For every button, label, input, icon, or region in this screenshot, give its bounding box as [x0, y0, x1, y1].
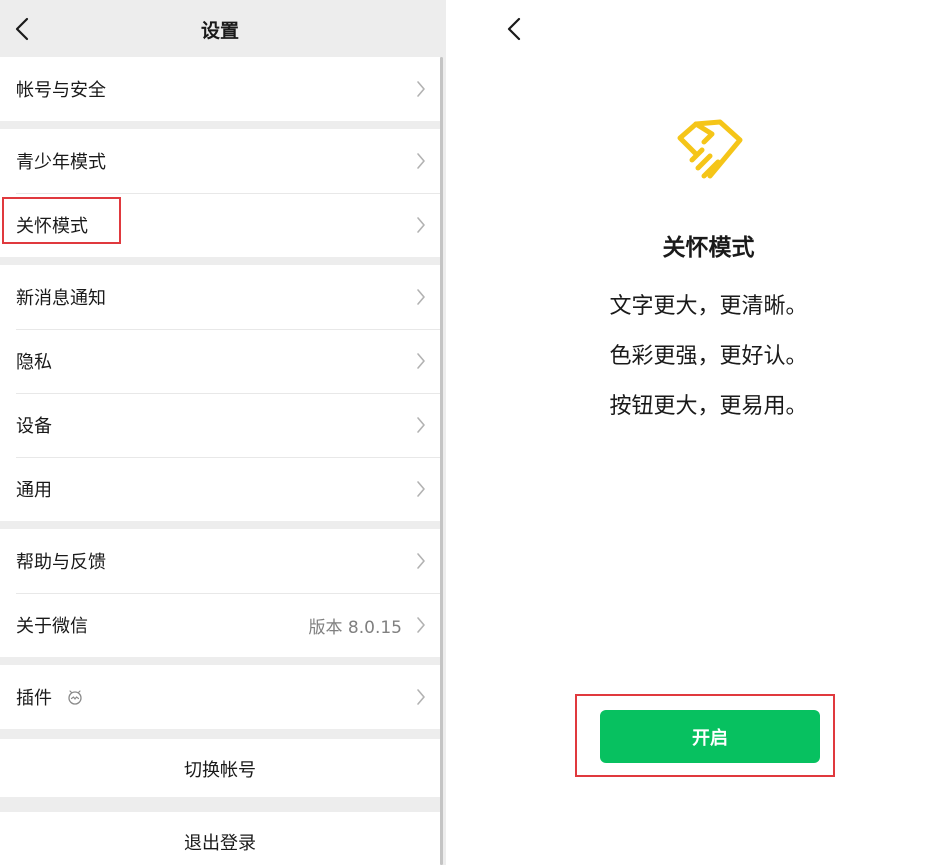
settings-group-general: 新消息通知 隐私 设备 通用 [0, 265, 440, 521]
settings-group-plugins: 插件 [0, 665, 440, 729]
back-arrow-icon[interactable] [500, 14, 530, 44]
chevron-right-icon [417, 417, 425, 433]
settings-item-devices[interactable]: 设备 [0, 393, 440, 457]
scrollbar[interactable] [440, 57, 443, 865]
care-mode-panel: 关怀模式 文字更大，更清晰。 色彩更强，更好认。 按钮更大，更易用。 开启 [446, 0, 931, 865]
care-mode-description-line: 按钮更大，更易用。 [609, 394, 808, 419]
chevron-right-icon [417, 617, 425, 633]
chevron-right-icon [417, 481, 425, 497]
settings-item-label: 通用 [16, 480, 52, 501]
settings-item-about-wechat[interactable]: 关于微信 版本 8.0.15 [0, 593, 440, 657]
version-value: 版本 8.0.15 [308, 618, 402, 638]
row-divider [16, 457, 440, 458]
settings-panel: 设置 帐号与安全 青少年模式 关怀模式 新消息通知 隐私 设备 通用 帮助与反馈… [0, 0, 446, 865]
settings-item-privacy[interactable]: 隐私 [0, 329, 440, 393]
chevron-right-icon [417, 689, 425, 705]
chevron-right-icon [417, 217, 425, 233]
row-divider [16, 593, 440, 594]
settings-item-label: 帐号与安全 [16, 80, 106, 101]
plugin-icon [68, 690, 82, 705]
switch-account-button[interactable]: 切换帐号 [0, 739, 440, 797]
page-title: 设置 [200, 20, 239, 42]
settings-topbar: 设置 [0, 0, 446, 57]
settings-item-label: 新消息通知 [16, 288, 106, 309]
settings-item-label: 青少年模式 [16, 152, 106, 173]
chevron-right-icon [417, 353, 425, 369]
logout-label: 退出登录 [184, 833, 256, 854]
settings-item-care-mode[interactable]: 关怀模式 [0, 193, 440, 257]
settings-item-label: 插件 [16, 688, 52, 709]
chevron-right-icon [417, 289, 425, 305]
settings-item-account-security[interactable]: 帐号与安全 [0, 57, 440, 121]
row-divider [16, 193, 440, 194]
settings-item-general[interactable]: 通用 [0, 457, 440, 521]
row-divider [16, 393, 440, 394]
settings-item-label: 帮助与反馈 [16, 552, 106, 573]
settings-group-about: 帮助与反馈 关于微信 版本 8.0.15 [0, 529, 440, 657]
chevron-right-icon [417, 553, 425, 569]
settings-item-plugins[interactable]: 插件 [0, 665, 440, 729]
settings-item-label: 关于微信 [16, 616, 88, 637]
settings-item-label: 隐私 [16, 352, 52, 373]
chevron-right-icon [417, 81, 425, 97]
row-divider [16, 329, 440, 330]
logout-button[interactable]: 退出登录 [0, 812, 440, 865]
settings-item-label: 关怀模式 [16, 216, 88, 237]
care-mode-description-line: 文字更大，更清晰。 [609, 294, 808, 319]
settings-item-help-feedback[interactable]: 帮助与反馈 [0, 529, 440, 593]
settings-item-notifications[interactable]: 新消息通知 [0, 265, 440, 329]
switch-account-label: 切换帐号 [184, 760, 256, 781]
settings-group-account: 帐号与安全 [0, 57, 440, 121]
care-hand-icon [677, 119, 743, 179]
settings-group-modes: 青少年模式 关怀模式 [0, 129, 440, 257]
care-mode-title: 关怀模式 [662, 235, 755, 261]
enable-care-mode-button[interactable]: 开启 [600, 710, 820, 763]
settings-item-label: 设备 [16, 416, 52, 437]
settings-item-youth-mode[interactable]: 青少年模式 [0, 129, 440, 193]
chevron-right-icon [417, 153, 425, 169]
care-mode-description-line: 色彩更强，更好认。 [609, 344, 808, 369]
